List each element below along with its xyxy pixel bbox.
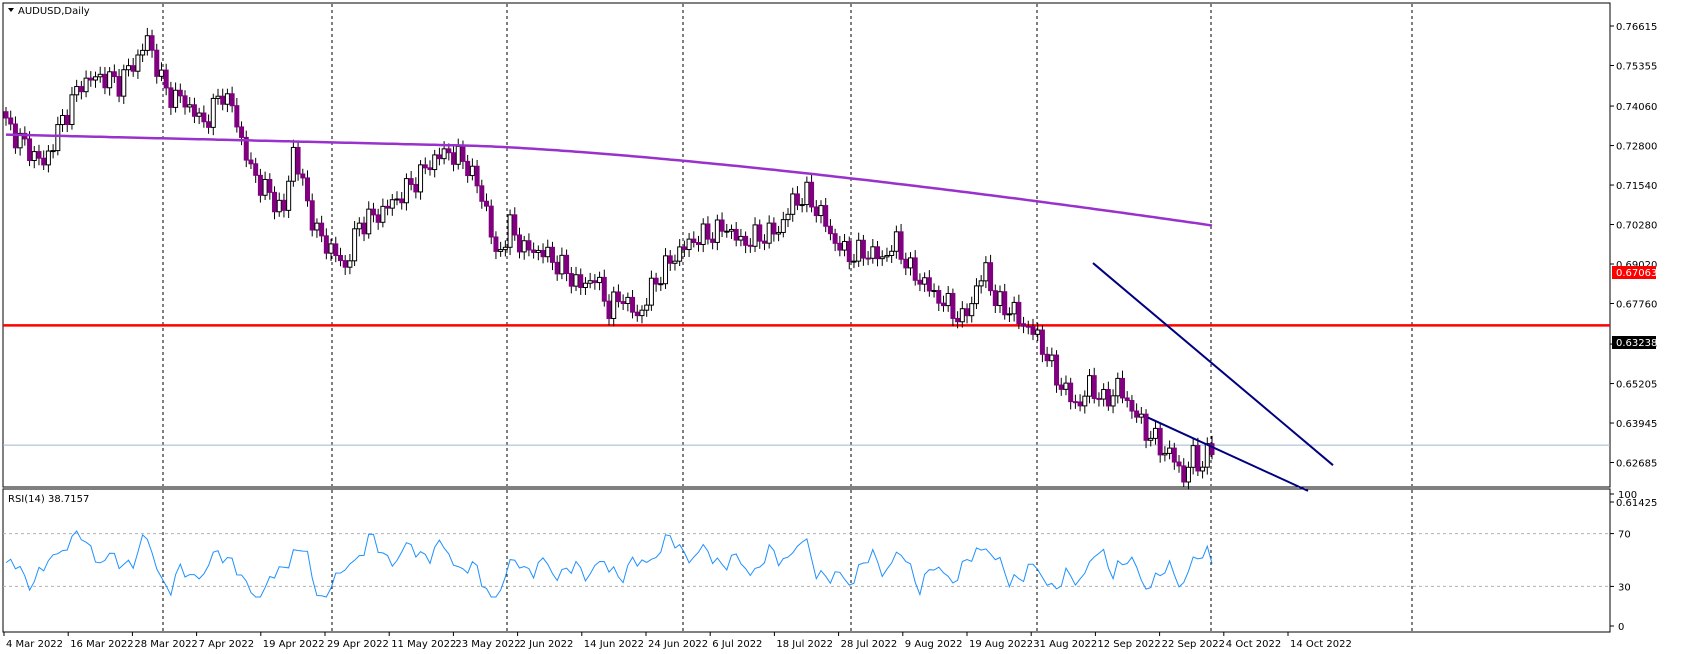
time-axis-label: 11 May 2022 [391,639,456,650]
time-axis-label: 6 Jul 2022 [712,639,762,650]
time-axis-label: 14 Jun 2022 [584,639,644,650]
rsi-label: RSI(14) 38.7157 [8,494,89,505]
time-axis-label: 7 Apr 2022 [199,639,254,650]
price-axis-label: 0.71540 [1616,181,1657,192]
time-axis-label: 12 Sep 2022 [1097,639,1160,650]
time-axis-label: 19 Apr 2022 [263,639,325,650]
rsi-axis-label: 30 [1618,582,1631,593]
trading-chart[interactable]: AUDUSD,Daily RSI(14) 38.7157 0.76615 0.75… [0,0,1683,654]
time-axis-label: 14 Oct 2022 [1290,639,1352,650]
price-axis-label: 0.75355 [1616,61,1657,72]
price-axis-label: 0.62685 [1616,459,1657,470]
price-axis-label: 0.76615 [1616,22,1657,33]
time-axis-label: 28 Jul 2022 [841,639,898,650]
time-axis-label: 29 Apr 2022 [327,639,389,650]
price-axis-label: 0.65205 [1616,380,1657,391]
time-axis: 4 Mar 2022 16 Mar 2022 28 Mar 2022 7 Apr 20… [3,632,1352,650]
support-price-badge: 0.67063 [1612,266,1657,279]
time-axis-label: 31 Aug 2022 [1033,639,1097,650]
time-axis-label: 16 Mar 2022 [70,639,133,650]
time-axis-label: 19 Aug 2022 [969,639,1033,650]
time-axis-label: 23 May 2022 [455,639,520,650]
price-axis-label: 0.63945 [1616,419,1657,430]
price-axis-label: 0.70280 [1616,221,1657,232]
current-price-badge: 0.63238 [1612,336,1657,349]
time-axis-label: 4 Oct 2022 [1226,639,1281,650]
candle [488,199,494,245]
rsi-axis-label: 70 [1618,530,1631,541]
support-price-label: 0.67063 [1616,268,1657,279]
rsi-axis: 100 70 30 0 [1610,490,1637,633]
rsi-panel[interactable] [2,488,1611,633]
time-axis-label: 24 Jun 2022 [648,639,708,650]
time-axis-label: 9 Aug 2022 [905,639,963,650]
price-panel[interactable] [2,2,1611,488]
time-axis-label: 18 Jul 2022 [776,639,833,650]
chart-title: AUDUSD,Daily [8,6,90,17]
price-axis: 0.76615 0.75355 0.74060 0.72800 0.71540 0.702… [1610,22,1657,509]
time-axis-label: 22 Sep 2022 [1162,639,1225,650]
current-price-label: 0.63238 [1616,338,1657,349]
price-axis-label: 0.67760 [1616,299,1657,310]
price-axis-label: 0.72800 [1616,142,1657,153]
time-axis-label: 4 Mar 2022 [6,639,63,650]
time-axis-label: 2 Jun 2022 [520,639,574,650]
rsi-axis-label: 0 [1618,622,1624,633]
rsi-axis-label: 100 [1618,490,1637,501]
time-axis-label: 28 Mar 2022 [134,639,197,650]
price-axis-label: 0.74060 [1616,102,1657,113]
symbol-label: AUDUSD,Daily [18,6,90,17]
